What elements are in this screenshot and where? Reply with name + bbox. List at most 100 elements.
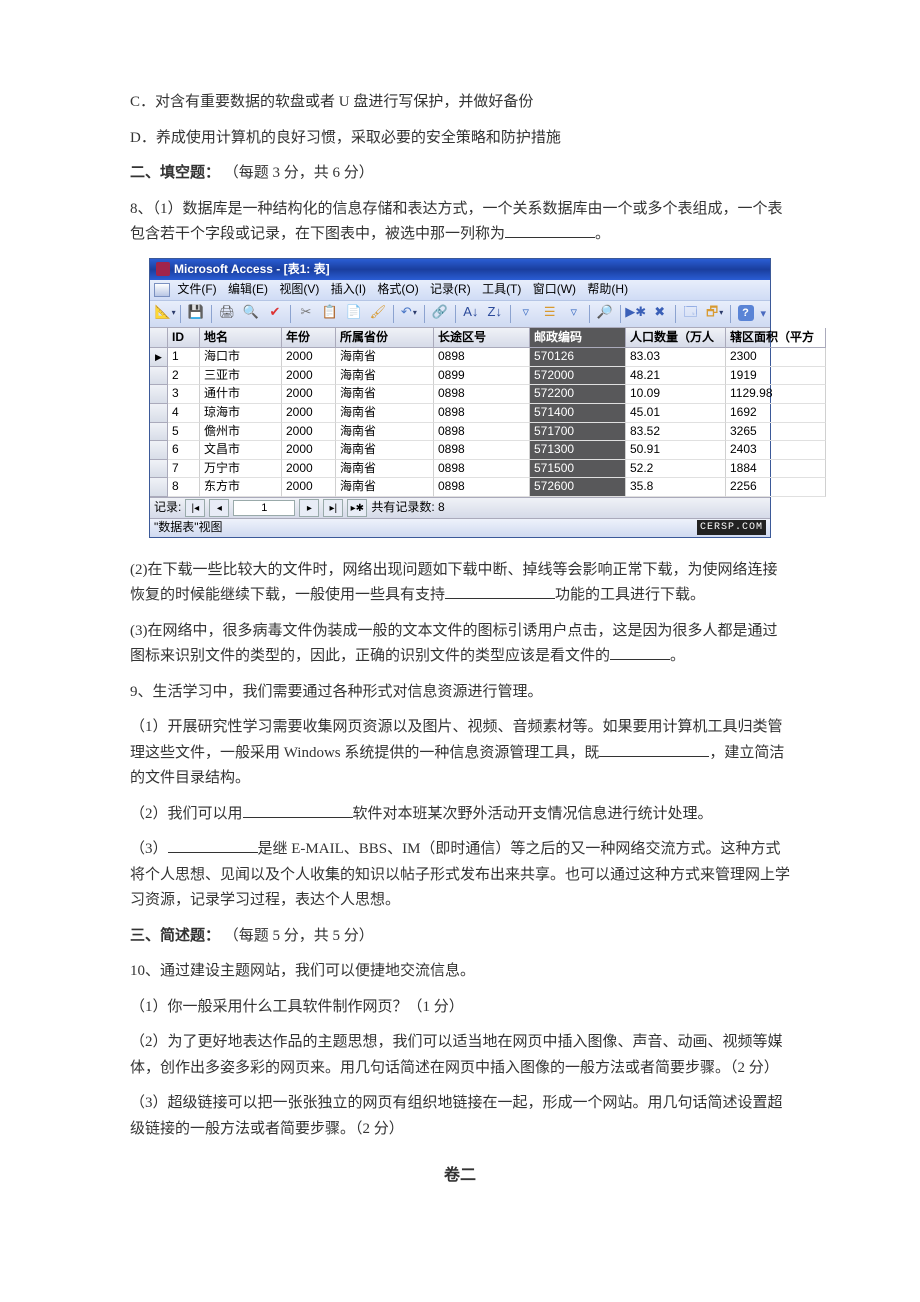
prev-record-button[interactable]: ◂ [209, 499, 229, 517]
col-prov[interactable]: 所属省份 [336, 328, 434, 349]
hyperlink-button[interactable]: 🔗 [429, 303, 451, 325]
cell-ldcode[interactable]: 0898 [434, 385, 530, 404]
cell-postal[interactable]: 571500 [530, 460, 626, 479]
cell-prov[interactable]: 海南省 [336, 478, 434, 497]
cell-name[interactable]: 儋州市 [200, 423, 282, 442]
cell-id[interactable]: 4 [168, 404, 200, 423]
cut-button[interactable]: ✂ [295, 303, 317, 325]
new-object-button[interactable]: 🗗 [704, 303, 726, 325]
cell-ldcode[interactable]: 0898 [434, 348, 530, 367]
cell-postal[interactable]: 570126 [530, 348, 626, 367]
row-selector[interactable] [150, 423, 168, 442]
paste-button[interactable]: 📄 [343, 303, 365, 325]
cell-area[interactable]: 2256 [726, 478, 826, 497]
cell-area[interactable]: 2300 [726, 348, 826, 367]
cell-area[interactable]: 1129.98 [726, 385, 826, 404]
cell-year[interactable]: 2000 [282, 385, 336, 404]
cell-name[interactable]: 海口市 [200, 348, 282, 367]
cell-id[interactable]: 8 [168, 478, 200, 497]
cell-id[interactable]: 7 [168, 460, 200, 479]
toolbar-overflow[interactable]: ▾ [761, 307, 767, 321]
cell-id[interactable]: 2 [168, 367, 200, 386]
menu-window[interactable]: 窗口(W) [533, 282, 576, 296]
cell-pop[interactable]: 10.09 [626, 385, 726, 404]
find-button[interactable]: 🔎 [594, 303, 616, 325]
cell-name[interactable]: 琼海市 [200, 404, 282, 423]
menu-file[interactable]: 文件(F) [177, 282, 216, 296]
menu-records[interactable]: 记录(R) [430, 282, 471, 296]
cell-id[interactable]: 5 [168, 423, 200, 442]
cell-year[interactable]: 2000 [282, 348, 336, 367]
table-row[interactable]: 4 琼海市 2000 海南省 0898 571400 45.01 1692 [150, 404, 770, 423]
cell-ldcode[interactable]: 0898 [434, 404, 530, 423]
menu-edit[interactable]: 编辑(E) [228, 282, 268, 296]
cell-pop[interactable]: 52.2 [626, 460, 726, 479]
table-row[interactable]: 2 三亚市 2000 海南省 0899 572000 48.21 1919 [150, 367, 770, 386]
row-selector[interactable] [150, 441, 168, 460]
cell-ldcode[interactable]: 0898 [434, 441, 530, 460]
col-name[interactable]: 地名 [200, 328, 282, 349]
cell-name[interactable]: 通什市 [200, 385, 282, 404]
row-selector[interactable] [150, 460, 168, 479]
filter-by-form-button[interactable]: ☰ [539, 303, 561, 325]
cell-id[interactable]: 3 [168, 385, 200, 404]
undo-button[interactable]: ↶ [398, 303, 420, 325]
spellcheck-button[interactable]: ✔ [264, 303, 286, 325]
cell-pop[interactable]: 83.03 [626, 348, 726, 367]
sort-asc-button[interactable]: A↓ [460, 303, 482, 325]
cell-year[interactable]: 2000 [282, 367, 336, 386]
cell-prov[interactable]: 海南省 [336, 423, 434, 442]
filter-by-selection-button[interactable]: ▿ [515, 303, 537, 325]
cell-postal[interactable]: 572000 [530, 367, 626, 386]
cell-ldcode[interactable]: 0898 [434, 460, 530, 479]
next-record-button[interactable]: ▸ [299, 499, 319, 517]
table-row[interactable]: 5 儋州市 2000 海南省 0898 571700 83.52 3265 [150, 423, 770, 442]
cell-postal[interactable]: 571300 [530, 441, 626, 460]
cell-postal[interactable]: 571700 [530, 423, 626, 442]
cell-year[interactable]: 2000 [282, 423, 336, 442]
cell-name[interactable]: 东方市 [200, 478, 282, 497]
last-record-button[interactable]: ▸| [323, 499, 343, 517]
menu-tools[interactable]: 工具(T) [482, 282, 521, 296]
first-record-button[interactable]: |◂ [185, 499, 205, 517]
toggle-filter-button[interactable]: ▿ [563, 303, 585, 325]
row-selector[interactable] [150, 348, 168, 367]
cell-area[interactable]: 1692 [726, 404, 826, 423]
menu-view[interactable]: 视图(V) [279, 282, 319, 296]
help-button[interactable]: ? [735, 303, 757, 325]
cell-prov[interactable]: 海南省 [336, 441, 434, 460]
cell-year[interactable]: 2000 [282, 404, 336, 423]
print-preview-button[interactable]: 🔍 [240, 303, 262, 325]
cell-year[interactable]: 2000 [282, 478, 336, 497]
cell-prov[interactable]: 海南省 [336, 404, 434, 423]
menu-help[interactable]: 帮助(H) [587, 282, 628, 296]
view-button[interactable]: 📐 [154, 303, 176, 325]
cell-pop[interactable]: 48.21 [626, 367, 726, 386]
new-record-button[interactable]: ▸✱ [347, 499, 367, 517]
cell-prov[interactable]: 海南省 [336, 348, 434, 367]
row-selector[interactable] [150, 404, 168, 423]
delete-record-button[interactable]: ✖ [649, 303, 671, 325]
col-year[interactable]: 年份 [282, 328, 336, 349]
menu-format[interactable]: 格式(O) [377, 282, 418, 296]
cell-id[interactable]: 6 [168, 441, 200, 460]
cell-ldcode[interactable]: 0898 [434, 423, 530, 442]
cell-pop[interactable]: 50.91 [626, 441, 726, 460]
col-postal[interactable]: 邮政编码 [530, 328, 626, 349]
cell-area[interactable]: 2403 [726, 441, 826, 460]
cell-prov[interactable]: 海南省 [336, 367, 434, 386]
cell-postal[interactable]: 572200 [530, 385, 626, 404]
row-selector[interactable] [150, 385, 168, 404]
cell-ldcode[interactable]: 0899 [434, 367, 530, 386]
cell-area[interactable]: 1884 [726, 460, 826, 479]
cell-pop[interactable]: 45.01 [626, 404, 726, 423]
table-row[interactable]: 6 文昌市 2000 海南省 0898 571300 50.91 2403 [150, 441, 770, 460]
col-pop[interactable]: 人口数量（万人 [626, 328, 726, 349]
cell-prov[interactable]: 海南省 [336, 385, 434, 404]
cell-prov[interactable]: 海南省 [336, 460, 434, 479]
cell-ldcode[interactable]: 0898 [434, 478, 530, 497]
save-button[interactable]: 💾 [185, 303, 207, 325]
sort-desc-button[interactable]: Z↓ [484, 303, 506, 325]
col-id[interactable]: ID [168, 328, 200, 349]
cell-postal[interactable]: 571400 [530, 404, 626, 423]
